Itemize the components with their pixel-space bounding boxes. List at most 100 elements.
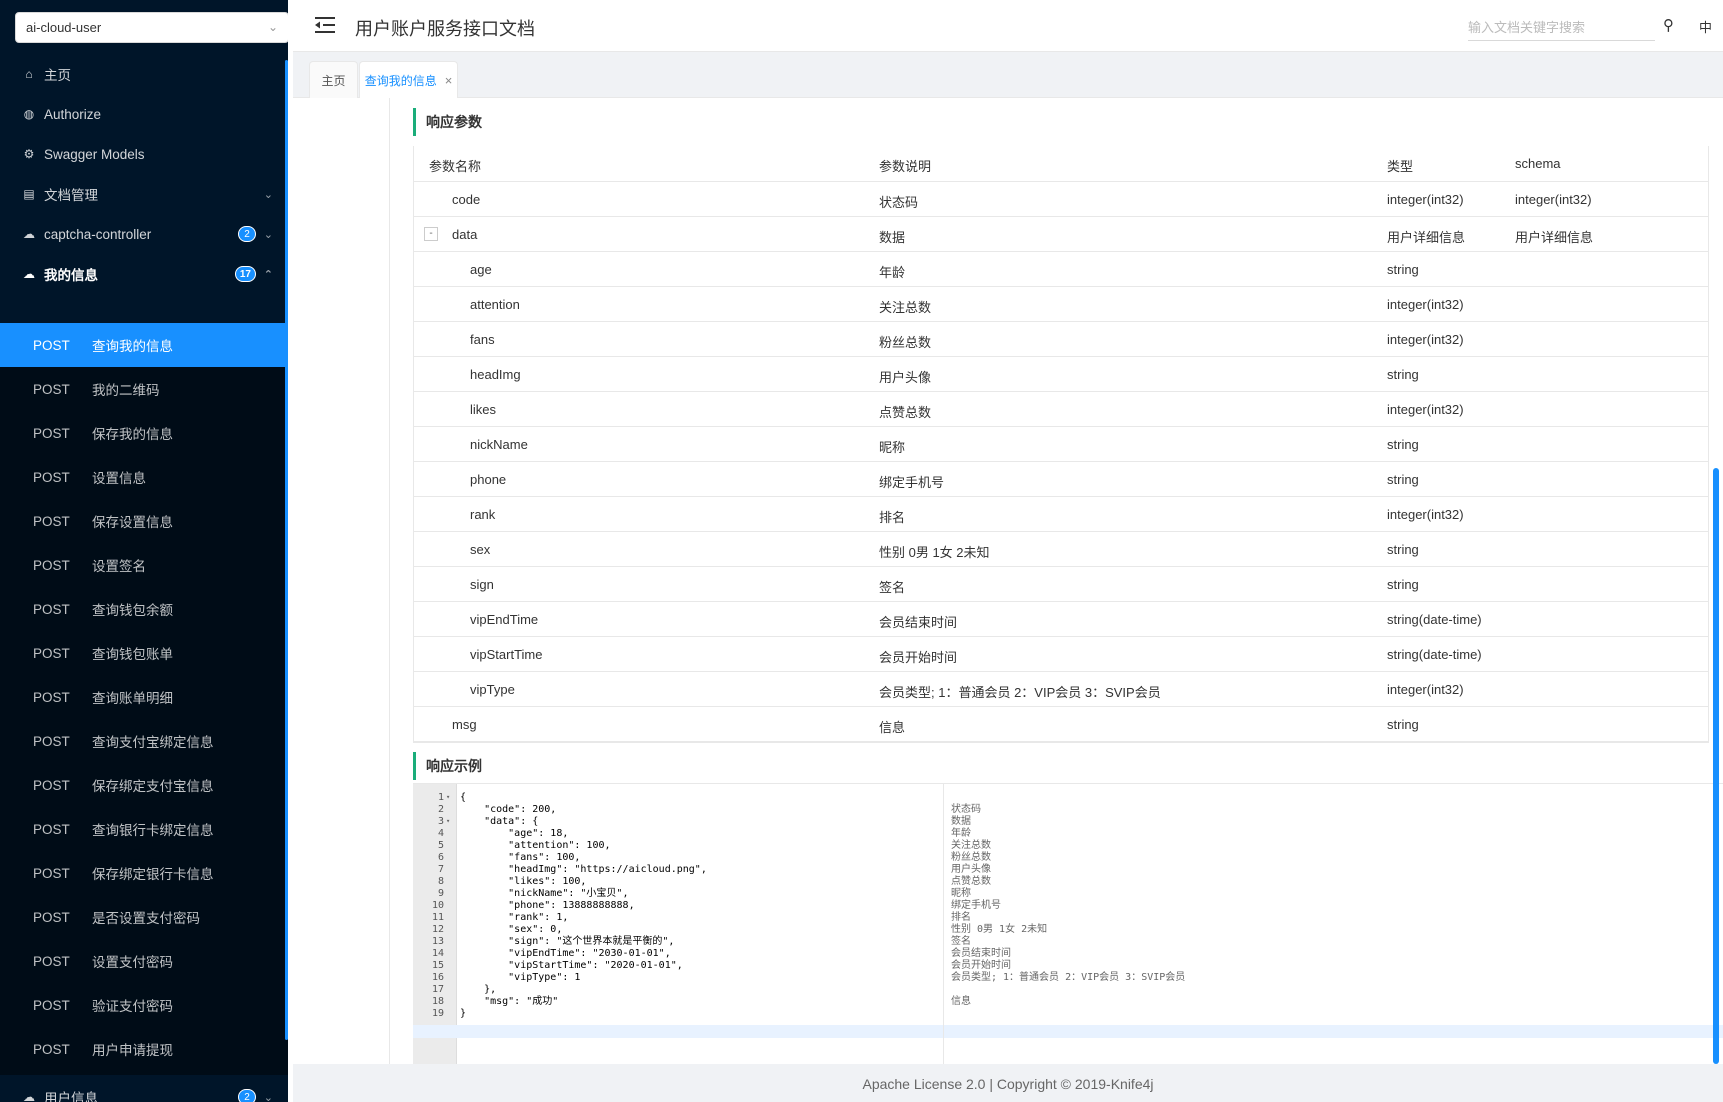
table-row: msg 信息 string [414,707,1708,742]
response-example-editor[interactable]: 1 ▾{2 "code": 200, 状态码 3 ▾ "data": {数据 4 "age… [413,783,1723,1065]
column-header: schema [1515,156,1561,171]
http-method: POST [33,645,70,661]
http-method: POST [33,1041,70,1057]
api-item[interactable]: POST 保存设置信息 [0,499,288,543]
column-header: 参数说明 [879,159,932,174]
language-switch[interactable]: 中 [1699,17,1712,36]
param-desc: 排名 [879,510,906,525]
chevron-down-icon: ⌄ [263,228,273,241]
tab-bar: 主页 查询我的信息 × [293,52,1723,98]
param-type: integer(int32) [1387,682,1464,697]
content-left-gutter [293,98,390,1064]
api-item[interactable]: POST 验证支付密码 [0,983,288,1027]
api-label: 查询银行卡绑定信息 [92,823,214,838]
table-header: 参数名称 参数说明 类型 schema [414,146,1708,182]
column-header: 类型 [1387,159,1414,174]
api-item[interactable]: POST 设置信息 [0,455,288,499]
service-select[interactable]: ai-cloud-user ⌄ [15,12,288,43]
tab-my-info[interactable]: 查询我的信息 × [359,61,458,98]
api-item[interactable]: POST 查询账单明细 [0,675,288,719]
param-type: integer(int32) [1387,402,1464,417]
tab-home[interactable]: 主页 [309,61,358,98]
param-type: string(date-time) [1387,647,1482,662]
param-desc: 状态码 [879,195,919,210]
api-item[interactable]: POST 查询支付宝绑定信息 [0,719,288,763]
param-name: vipEndTime [470,612,539,627]
code-line: 19} [413,1007,1713,1020]
api-label: 查询我的信息 [92,339,173,354]
api-item[interactable]: POST 保存绑定支付宝信息 [0,763,288,807]
line-number: 19 [431,1008,444,1019]
param-desc: 会员结束时间 [879,615,958,630]
chevron-down-icon: ⌄ [263,188,273,201]
sidebar-item[interactable]: ◍ Authorize [0,92,288,136]
param-desc: 会员开始时间 [879,650,958,665]
header: 用户账户服务接口文档 输入文档关键字搜索 ⚲ 中 [293,0,1723,52]
section-title-response-example: 响应示例 [413,752,482,780]
api-label: 查询账单明细 [92,691,173,706]
table-row: age 年龄 string [414,252,1708,287]
sidebar-scrollbar[interactable] [285,60,288,1040]
table-row: rank 排名 integer(int32) [414,497,1708,532]
page-title: 用户账户服务接口文档 [355,19,535,39]
table-row: likes 点赞总数 integer(int32) [414,392,1708,427]
api-item[interactable]: POST 查询钱包账单 [0,631,288,675]
collapse-toggle[interactable]: - [424,227,438,241]
table-row: vipType 会员类型; 1：普通会员 2：VIP会员 3：SVIP会员 inte… [414,672,1708,707]
api-label: 设置信息 [92,471,146,486]
param-name: rank [470,507,496,522]
sidebar-item-user-info[interactable]: ☁ 用户信息 2 ⌄ [0,1075,288,1102]
api-item[interactable]: POST 保存我的信息 [0,411,288,455]
param-type: string [1387,262,1419,277]
api-item[interactable]: POST 保存绑定银行卡信息 [0,851,288,895]
param-name: data [452,227,478,242]
param-type: integer(int32) [1387,507,1464,522]
api-item[interactable]: POST 我的二维码 [0,367,288,411]
search-icon[interactable]: ⚲ [1663,16,1674,34]
param-desc: 用户头像 [879,370,932,385]
sidebar-item-label: 用户信息 [44,1091,98,1102]
gear-icon: ⚙ [23,147,35,161]
param-name: headImg [470,367,521,382]
sidebar-item[interactable]: ☁ 我的信息 17 ⌃ [0,252,288,296]
param-type: string [1387,717,1419,732]
api-label: 保存绑定支付宝信息 [92,779,214,794]
param-name: sign [470,577,494,592]
table-row: sex 性别 0男 1女 2未知 string [414,532,1708,567]
close-icon[interactable]: × [445,73,453,88]
api-item[interactable]: POST 设置支付密码 [0,939,288,983]
scrollbar-thumb[interactable] [1713,468,1719,1064]
param-desc: 会员类型; 1：普通会员 2：VIP会员 3：SVIP会员 [879,685,1161,700]
param-desc: 绑定手机号 [879,475,945,490]
response-params-table: 参数名称 参数说明 类型 schema code 状态码 integer(int32) int… [413,146,1709,743]
code-text: } [460,1008,467,1019]
sidebar-item-label: Authorize [44,106,102,122]
api-label: 查询支付宝绑定信息 [92,735,214,750]
main-scrollbar[interactable] [1713,98,1719,1064]
sidebar-item[interactable]: ☁ captcha-controller 2 ⌄ [0,212,288,256]
search-input[interactable]: 输入文档关键字搜索 [1468,14,1655,41]
count-badge: 2 [238,226,256,242]
service-select-value: ai-cloud-user [26,20,102,35]
sidebar-item[interactable]: ⚙ Swagger Models [0,132,288,176]
sidebar-item-label: Swagger Models [44,146,145,162]
table-row: headImg 用户头像 string [414,357,1708,392]
api-item[interactable]: POST 是否设置支付密码 [0,895,288,939]
cloud-icon: ☁ [23,267,35,281]
param-desc: 关注总数 [879,300,932,315]
menu-fold-icon[interactable] [315,16,335,34]
param-type: integer(int32) [1387,332,1464,347]
api-item[interactable]: POST 查询我的信息 [0,323,288,367]
sidebar-item[interactable]: ⌂ 主页 [0,52,288,96]
api-item[interactable]: POST 查询银行卡绑定信息 [0,807,288,851]
param-name: likes [470,402,497,417]
http-method: POST [33,953,70,969]
api-item[interactable]: POST 查询钱包余额 [0,587,288,631]
api-item[interactable]: POST 用户申请提现 [0,1027,288,1071]
api-item[interactable]: POST 设置签名 [0,543,288,587]
tab-label: 主页 [321,73,346,88]
api-label: 设置签名 [92,559,146,574]
sidebar-item[interactable]: ▤ 文档管理 ⌄ [0,172,288,216]
chevron-down-icon: ⌄ [263,1091,273,1102]
table-row: sign 签名 string [414,567,1708,602]
